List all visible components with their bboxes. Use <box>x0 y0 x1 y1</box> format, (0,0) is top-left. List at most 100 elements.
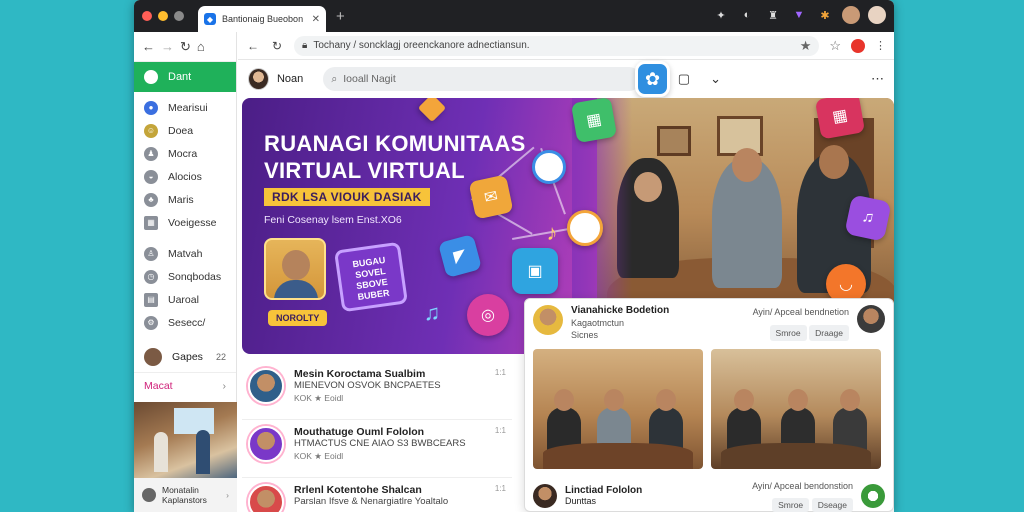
card-footer-title: Linctiad Fololon <box>565 485 643 496</box>
person-node-icon <box>532 150 566 184</box>
sidebar-item-gapes[interactable]: Gapes 22 <box>134 342 236 372</box>
forward-icon[interactable]: → <box>161 39 174 54</box>
grid-sticker-icon: ▦ <box>570 98 618 144</box>
window-controls <box>142 11 184 21</box>
extension-icon[interactable]: ▼ <box>790 6 808 24</box>
calendar-icon: ▤ <box>144 292 158 307</box>
sidebar-item[interactable]: ♟ Mocra <box>134 142 236 165</box>
url-field[interactable]: 🔒︎ Tochany / soncklagj oreenckanore adne… <box>294 35 820 56</box>
item-time: 1:1 <box>494 426 506 435</box>
card-photo[interactable] <box>533 349 703 469</box>
sidebar-item-label: Dant <box>168 71 192 83</box>
card-title: Vianahicke Bodetion <box>571 305 670 316</box>
avatar <box>248 368 284 404</box>
card-footer-button-2[interactable]: Dseage <box>811 498 853 512</box>
more-icon[interactable]: ⋯ <box>871 71 884 87</box>
reload-icon[interactable]: ↻ <box>180 39 191 55</box>
menu-icon[interactable]: ⋮ <box>875 39 886 52</box>
sidebar-item[interactable]: ☺ Doea <box>134 119 236 142</box>
sidebar-item-label: Uaroal <box>168 293 199 306</box>
sidebar-item[interactable]: ◒ Alocios <box>134 165 236 188</box>
extension2-icon[interactable]: ✱ <box>816 6 834 24</box>
chat-circle-icon: ◎ <box>467 294 509 336</box>
sidebar-item[interactable]: ▦ Voeigesse <box>134 211 236 234</box>
sidebar-item-label: Doea <box>168 124 194 137</box>
search-icon: ⌕ <box>331 72 338 85</box>
sidebar-nav-row: ← → ↻ ⌂ <box>134 32 236 62</box>
person-node-icon <box>567 210 603 246</box>
sidebar-item[interactable]: ♣ Maris <box>134 188 236 211</box>
maximize-window-button[interactable] <box>174 11 184 21</box>
tab-title: Bantionaig Bueobon <box>222 14 304 24</box>
shield-icon[interactable]: ◐ <box>738 6 756 24</box>
category-link[interactable]: Macat › <box>134 372 236 398</box>
avatar <box>533 484 557 508</box>
new-tab-button[interactable]: + <box>336 8 345 25</box>
card-footer: Linctiad Fololon Dunttas Ayin/ Apceal be… <box>525 481 893 512</box>
sidebar-item[interactable]: ◷ Sonqbodas <box>134 265 236 288</box>
count-badge: 22 <box>215 352 226 362</box>
puzzle-icon[interactable]: ✦ <box>712 6 730 24</box>
host-label[interactable]: NOROLTY <box>268 310 328 326</box>
profile-avatar-1[interactable] <box>842 6 860 24</box>
search-input[interactable]: ⌕ Iooall Nagit <box>323 67 642 91</box>
card-photos <box>525 349 893 469</box>
sidebar-photo <box>134 402 237 482</box>
list-item[interactable]: Rrlenl Kotentohe Shalcan Parslan Ifsve &… <box>242 478 512 512</box>
card-footer-button-1[interactable]: Smroe <box>772 498 810 512</box>
host-photo <box>264 238 326 300</box>
hero-tag: RDK LSA VIOUK DASIAK <box>264 188 430 206</box>
card-header: Vianahicke Bodetion Kagaotmctun Sicnes A… <box>525 299 893 349</box>
close-window-button[interactable] <box>142 11 152 21</box>
header-actions: ▢ ⌄ ⋯ <box>678 71 884 87</box>
people-icon: ♟ <box>144 146 158 161</box>
item-subtitle: HTMACTUS CNE AIAO S3 BWBCEARS <box>294 438 466 449</box>
sidebar-item[interactable]: ⚙ Sesecc/ <box>134 311 236 334</box>
diamond-icon <box>417 98 447 123</box>
home-icon[interactable]: ⌂ <box>197 39 205 54</box>
event-card[interactable]: Vianahicke Bodetion Kagaotmctun Sicnes A… <box>524 298 894 512</box>
list-item[interactable]: Mouthatuge Ouml Fololon HTMACTUS CNE AIA… <box>242 420 512 478</box>
back-icon[interactable]: ← <box>142 39 155 54</box>
tab-favicon-icon: ◆ <box>204 13 216 25</box>
reload-icon[interactable]: ↻ <box>270 39 284 53</box>
sidebar-item[interactable]: ▤ Uaroal <box>134 288 236 311</box>
globe-icon: ● <box>144 100 158 115</box>
bookmark-star-icon[interactable]: ★ <box>800 38 812 54</box>
minimize-window-button[interactable] <box>158 11 168 21</box>
avatar <box>248 426 284 462</box>
sidebar-item-label: Voeigesse <box>168 216 217 229</box>
item-title: Mesin Koroctama Sualbim <box>294 368 426 380</box>
chat-icon: ◒ <box>144 169 158 184</box>
back-icon[interactable]: ← <box>246 39 260 53</box>
bottle-icon[interactable]: ♜ <box>764 6 782 24</box>
user-avatar[interactable] <box>248 68 269 90</box>
profile-icon[interactable] <box>851 38 865 53</box>
card-photo[interactable] <box>711 349 881 469</box>
card-button-1[interactable]: Smroe <box>769 325 807 341</box>
sidebar-item-active[interactable]: Dant <box>134 62 236 92</box>
item-title: Mouthatuge Ouml Fololon <box>294 426 425 438</box>
card-button-2[interactable]: Draage <box>809 325 849 341</box>
sidebar-item[interactable]: ● Mearisui <box>134 96 236 119</box>
chevron-right-icon: › <box>226 490 229 500</box>
group-icon: ♣ <box>144 192 158 207</box>
app-logo-icon[interactable]: ✿ <box>635 61 670 97</box>
close-tab-icon[interactable]: ✕ <box>312 14 320 25</box>
item-meta: KOK ★ Eoidl <box>294 393 344 403</box>
bookmark-icon[interactable]: ▢ <box>678 71 690 87</box>
footer-line2: Kaplanstors <box>162 495 207 505</box>
profile-avatar-2[interactable] <box>868 6 886 24</box>
browser-tab[interactable]: ◆ Bantionaig Bueobon ✕ <box>198 6 326 32</box>
avatar <box>248 484 284 512</box>
card-meta: Sicnes <box>571 330 599 340</box>
sidebar-item[interactable]: ♙ Matvah <box>134 242 236 265</box>
hero-subtitle: Feni Cosenay lsem Enst.XO6 <box>264 214 402 226</box>
sidebar-footer[interactable]: Monatalin Kaplanstors › <box>134 478 237 512</box>
favorites-icon[interactable]: ☆ <box>829 38 841 54</box>
card-footer-sub: Dunttas <box>565 496 597 506</box>
item-time: 1:1 <box>494 368 506 377</box>
sidebar-item-label: Mocra <box>168 147 198 160</box>
chevron-down-icon[interactable]: ⌄ <box>710 71 721 87</box>
list-item[interactable]: Mesin Koroctama Sualbim MIENEVON OSVOK B… <box>242 362 512 420</box>
